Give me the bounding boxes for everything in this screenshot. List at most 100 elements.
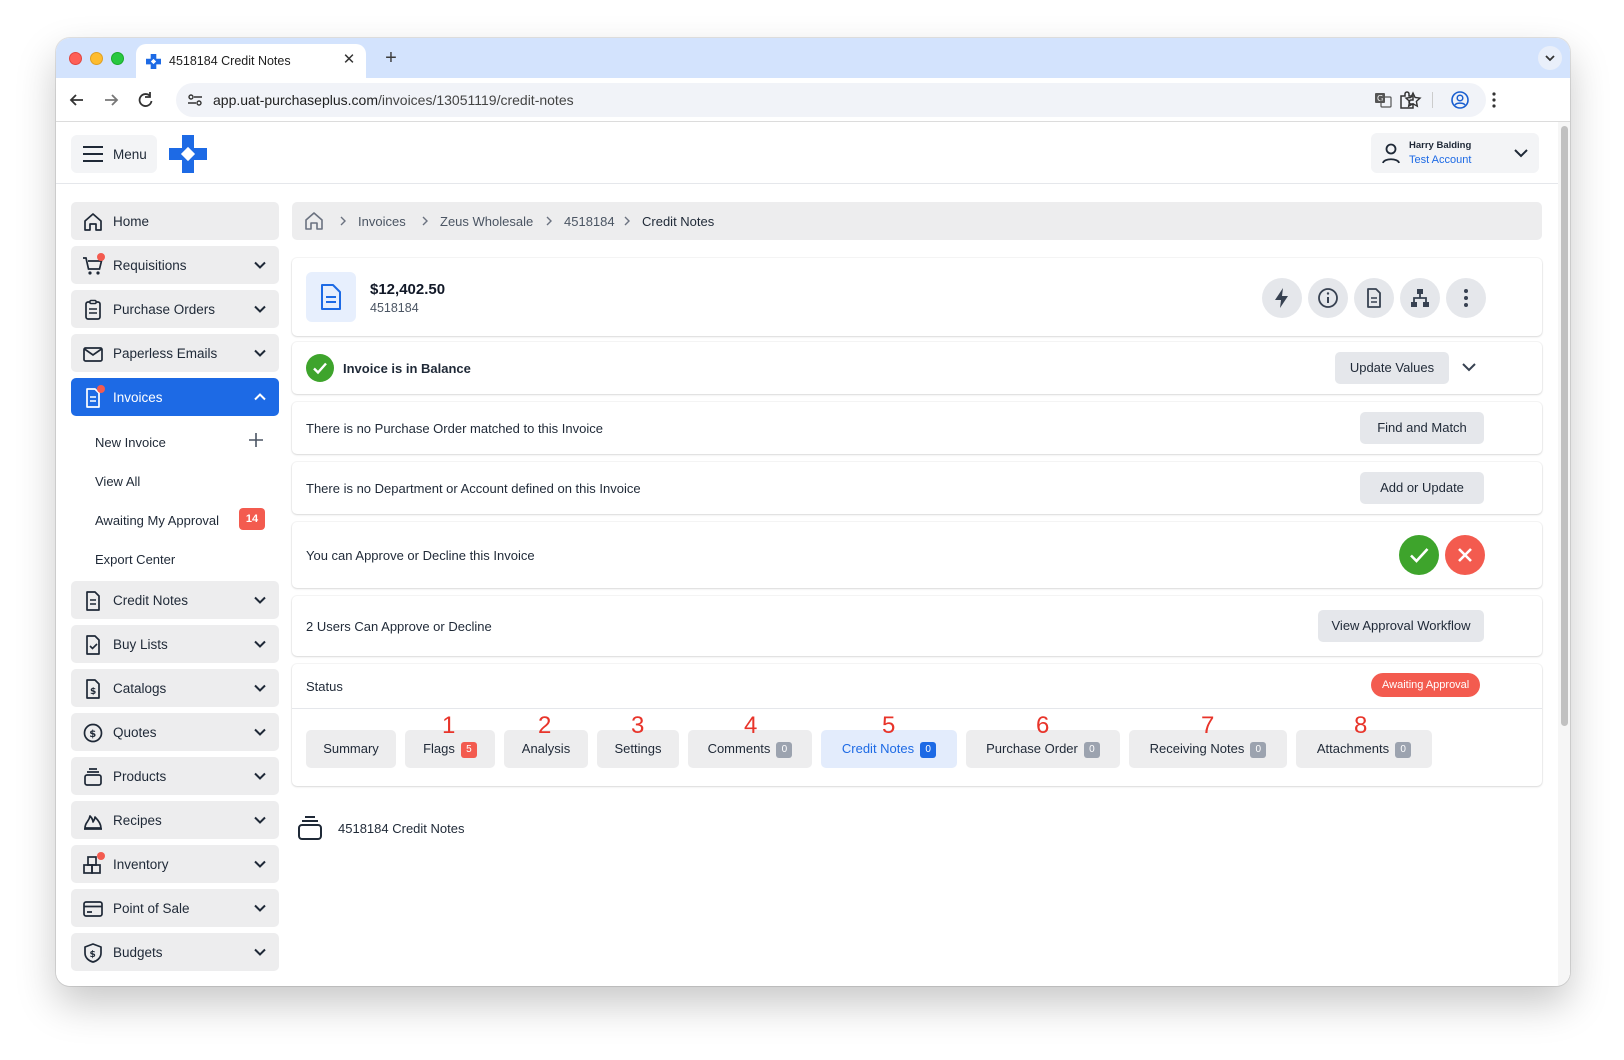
chevron-down-icon: [254, 816, 266, 824]
chevron-down-icon[interactable]: [1461, 360, 1477, 374]
sidebar-item-credit-notes[interactable]: Credit Notes: [71, 581, 279, 619]
tab-summary[interactable]: Summary: [306, 730, 396, 768]
site-settings-icon[interactable]: [186, 91, 204, 109]
browser-window: 4518184 Credit Notes ✕ + app.uat-purchas…: [56, 38, 1570, 986]
tab-close-icon[interactable]: ✕: [340, 51, 358, 69]
extensions-icon[interactable]: [1398, 90, 1418, 110]
browser-toolbar: app.uat-purchaseplus.com/invoices/130511…: [56, 78, 1570, 122]
status-tabs-card: Status Awaiting Approval Summary Flags 5 …: [292, 664, 1542, 786]
chevron-down-icon: [254, 948, 266, 956]
purchaseplus-logo-icon[interactable]: [169, 135, 207, 173]
reload-icon[interactable]: [132, 87, 158, 113]
browser-tab[interactable]: 4518184 Credit Notes ✕: [136, 44, 366, 78]
checklist-icon: [86, 635, 100, 655]
more-options-button[interactable]: [1446, 278, 1486, 318]
chevron-down-icon: [1514, 149, 1528, 158]
stack-icon: [298, 816, 322, 840]
flags-count-badge: 5: [460, 742, 477, 758]
approve-button[interactable]: [1399, 535, 1439, 575]
sidebar-item-label: Home: [113, 214, 150, 229]
dollar-circle-icon: $: [83, 723, 103, 743]
add-or-update-button[interactable]: Add or Update: [1360, 472, 1484, 504]
sidebar-subitem-view-all[interactable]: View All: [71, 463, 279, 499]
user-menu-button[interactable]: Harry Balding Test Account: [1371, 133, 1539, 173]
print-document-button[interactable]: [1354, 278, 1394, 318]
sidebar-item-label: Budgets: [113, 945, 163, 960]
sidebar-item-quotes[interactable]: $ Quotes: [71, 713, 279, 751]
actions-button[interactable]: [1262, 278, 1302, 318]
sidebar-item-label: Purchase Orders: [113, 302, 216, 317]
svg-text:G: G: [1377, 94, 1383, 103]
sidebar-subitem-awaiting-approval[interactable]: Awaiting My Approval 14: [71, 502, 279, 538]
tab-title: 4518184 Credit Notes: [169, 54, 291, 68]
address-bar[interactable]: app.uat-purchaseplus.com/invoices/130511…: [176, 83, 1486, 117]
breadcrumb-invoice-number[interactable]: 4518184: [564, 214, 615, 229]
home-icon: [84, 213, 102, 231]
decline-button[interactable]: [1445, 535, 1485, 575]
minimize-window-button[interactable]: [90, 52, 103, 65]
page-scrollbar[interactable]: [1558, 122, 1570, 986]
sidebar-item-label: Invoices: [113, 390, 163, 405]
sidebar-item-buy-lists[interactable]: Buy Lists: [71, 625, 279, 663]
subitem-label: New Invoice: [95, 435, 166, 450]
breadcrumb-invoices[interactable]: Invoices: [358, 214, 406, 229]
chevron-right-icon: [422, 216, 428, 226]
home-icon[interactable]: [304, 211, 324, 231]
chevron-down-icon: [254, 860, 266, 868]
update-values-button[interactable]: Update Values: [1335, 352, 1449, 384]
back-icon[interactable]: [64, 87, 90, 113]
plus-icon[interactable]: [248, 432, 264, 448]
sidebar-item-recipes[interactable]: Recipes: [71, 801, 279, 839]
sidebar-item-products[interactable]: Products: [71, 757, 279, 795]
divider: [292, 708, 1542, 709]
url-path: /invoices/13051119/credit-notes: [378, 92, 574, 108]
sidebar-item-point-of-sale[interactable]: Point of Sale: [71, 889, 279, 927]
hierarchy-button[interactable]: [1400, 278, 1440, 318]
sidebar-item-invoices[interactable]: Invoices: [71, 378, 279, 416]
checkmark-icon: [1410, 548, 1429, 563]
chevron-right-icon: [546, 216, 552, 226]
annotation-number: 5: [882, 712, 896, 739]
sidebar-item-inventory[interactable]: Inventory: [71, 845, 279, 883]
translate-icon[interactable]: G: [1374, 91, 1392, 109]
sidebar-item-budgets[interactable]: $ Budgets: [71, 933, 279, 971]
info-icon: [1318, 288, 1338, 308]
info-button[interactable]: [1308, 278, 1348, 318]
maximize-window-button[interactable]: [111, 52, 124, 65]
sidebar-item-paperless-emails[interactable]: Paperless Emails: [71, 334, 279, 372]
balance-card: Invoice is in Balance Update Values: [292, 342, 1542, 394]
scrollbar-thumb[interactable]: [1561, 126, 1568, 726]
invoice-header-card: $12,402.50 4518184: [292, 258, 1542, 336]
new-tab-button[interactable]: +: [380, 47, 402, 69]
awaiting-count-badge: 14: [239, 508, 265, 530]
chevron-down-icon: [254, 640, 266, 648]
document-icon: [321, 284, 341, 310]
menu-button[interactable]: Menu: [71, 135, 157, 173]
find-and-match-button[interactable]: Find and Match: [1360, 412, 1484, 444]
breadcrumb-supplier[interactable]: Zeus Wholesale: [440, 214, 533, 229]
forward-icon[interactable]: [98, 87, 124, 113]
purchase-order-card: There is no Purchase Order matched to th…: [292, 402, 1542, 454]
browser-menu-icon[interactable]: [1484, 90, 1504, 110]
menu-label: Menu: [113, 147, 147, 162]
clipboard-icon: [85, 299, 101, 320]
sidebar-item-purchase-orders[interactable]: Purchase Orders: [71, 290, 279, 328]
tab-label: Summary: [323, 741, 379, 756]
sidebar-item-requisitions[interactable]: Requisitions: [71, 246, 279, 284]
credit-notes-count-badge: 0: [920, 742, 937, 758]
invoice-icon-box: [306, 272, 356, 322]
status-label: Status: [306, 679, 343, 694]
svg-text:$: $: [90, 950, 96, 960]
sidebar-item-label: Point of Sale: [113, 901, 190, 916]
profile-icon[interactable]: [1450, 90, 1470, 110]
sidebar-item-catalogs[interactable]: $ Catalogs: [71, 669, 279, 707]
annotation-number: 3: [631, 712, 645, 739]
close-window-button[interactable]: [69, 52, 82, 65]
sidebar-subitem-new-invoice[interactable]: New Invoice: [71, 424, 279, 460]
tab-search-button[interactable]: [1538, 46, 1562, 70]
tab-bar: Summary Flags 5 1 Analysis 2 Settings 3 C…: [292, 712, 1542, 786]
sidebar-subitem-export-center[interactable]: Export Center: [71, 541, 279, 577]
view-approval-workflow-button[interactable]: View Approval Workflow: [1318, 610, 1484, 642]
sidebar-item-home[interactable]: Home: [71, 202, 279, 240]
annotation-number: 8: [1354, 712, 1368, 739]
